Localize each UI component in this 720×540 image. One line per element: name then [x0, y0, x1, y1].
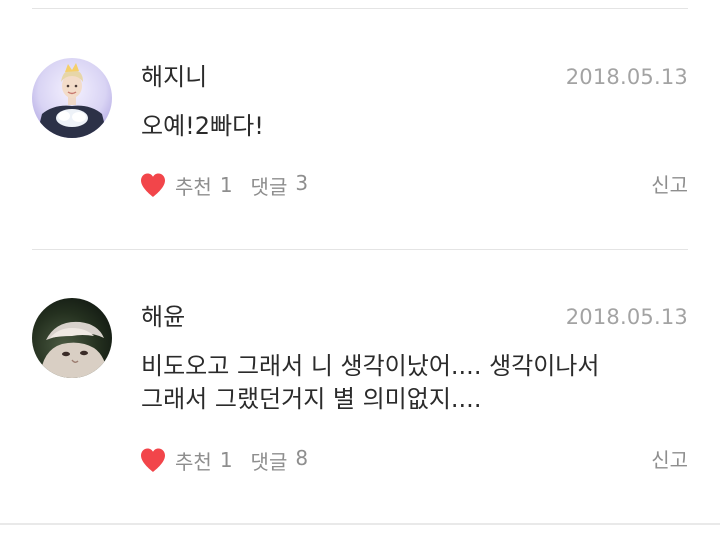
comment-date: 2018.05.13 [565, 65, 688, 89]
recommend-count: 1 [219, 173, 233, 197]
comment-date: 2018.05.13 [565, 305, 688, 329]
reply-label: 댓글 [250, 174, 288, 199]
reply-button[interactable]: 댓글 8 [251, 446, 309, 475]
comment-divider [32, 249, 688, 250]
recommend-button[interactable]: 추천 [175, 171, 212, 200]
report-button[interactable]: 신고 [651, 167, 688, 203]
comment-text-line: 비도오고 그래서 니 생각이났어.... 생각이나서 [141, 352, 600, 380]
user-avatar[interactable] [32, 298, 112, 378]
recommend-count: 1 [219, 448, 233, 472]
comment-author[interactable]: 해윤 [141, 300, 185, 334]
avatar-photo-image [32, 298, 112, 378]
comment-author[interactable]: 해지니 [141, 60, 207, 94]
top-divider [32, 8, 688, 9]
comment-text-line: 그래서 그랬던거지 별 의미없지.... [141, 385, 482, 413]
reply-count: 8 [295, 445, 309, 470]
reply-label: 댓글 [250, 449, 288, 474]
heart-icon[interactable] [139, 447, 167, 473]
comment-body: 비도오고 그래서 니 생각이났어.... 생각이나서 그래서 그랬던거지 별 의… [141, 350, 681, 416]
avatar-photo-image [32, 58, 112, 138]
report-button[interactable]: 신고 [651, 442, 688, 478]
recommend-button[interactable]: 추천 [175, 446, 212, 475]
comment-actions: 추천 1 댓글 8 [139, 442, 308, 478]
comment-body: 오예!2빠다! [141, 110, 681, 143]
user-avatar[interactable] [32, 58, 112, 138]
reply-button[interactable]: 댓글 3 [251, 171, 309, 200]
comment-actions: 추천 1 댓글 3 [139, 167, 308, 203]
heart-icon[interactable] [139, 172, 167, 198]
reply-count: 3 [295, 170, 309, 195]
comment-text-line: 오예!2빠다! [141, 112, 264, 140]
comment-list-page: 해지니 2018.05.13 오예!2빠다! 추천 1 댓글 3 신고 해윤 2… [0, 0, 720, 540]
bottom-divider [0, 523, 720, 525]
